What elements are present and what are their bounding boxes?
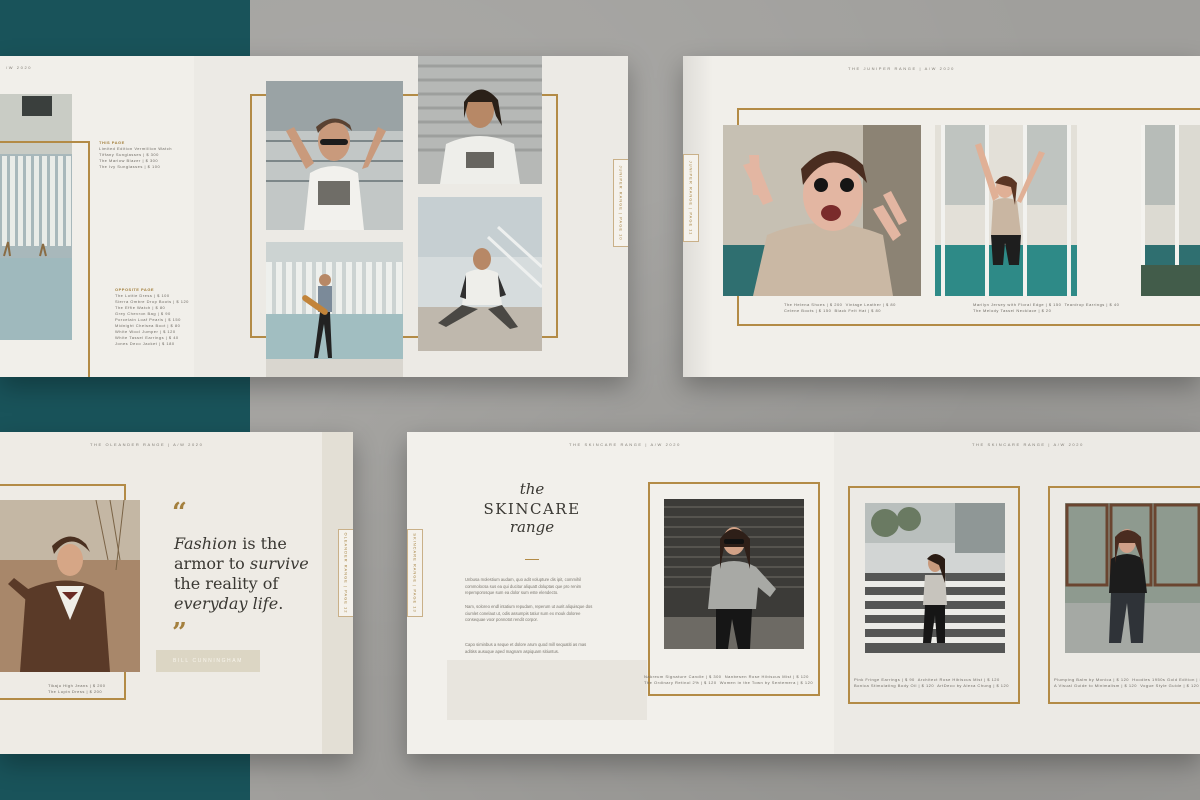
quote-close-mark: ” <box>172 618 187 648</box>
page-number-tab: JUNIPER RANGE | PAGE 10 <box>613 159 628 247</box>
page-number-label: JUNIPER RANGE | PAGE 11 <box>688 160 694 236</box>
body-paragraph: Nam, soloreo endl intatium repudam, repe… <box>465 604 593 622</box>
photo-caption: Marilyn Jersey with Floral Edge | $ 150 … <box>973 302 1120 313</box>
page-header: THE SKINCARE RANGE | A/W 2020 <box>972 442 1084 447</box>
photo-caption: Tikaju High Jeans | $ 200 The Lupin Dres… <box>48 683 106 694</box>
page-number-label: JUNIPER RANGE | PAGE 10 <box>618 165 624 241</box>
opposite-page-item: Jones Deco Jacket | $ 180 <box>115 341 175 346</box>
quote-emphasis: everyday life <box>174 594 279 613</box>
divider-line <box>525 559 539 560</box>
title-range: range <box>509 518 555 536</box>
photo-man-sunglasses <box>266 81 403 230</box>
right-page: JUNIPER RANGE | PAGE 10 <box>194 56 628 377</box>
photo-woman-peace-sign <box>723 125 921 296</box>
gold-frame <box>0 141 90 377</box>
photo-caption: Pink Fringe Earrings | $ 90 Architect Ro… <box>854 677 1009 688</box>
photo-man-velvet-jacket <box>0 500 140 672</box>
quote-fragment: armor to <box>174 554 250 573</box>
photo-building-windows <box>1141 125 1200 296</box>
page-header: THE JUNIPER RANGE | A/W 2020 <box>848 66 955 71</box>
quote-author: BILL CUNNINGHAM <box>156 650 260 672</box>
spread-skincare: THE SKINCARE RANGE | A/W 2020 SKINCARE R… <box>407 432 1200 754</box>
photo-caption: The Helena Shoes | $ 200 Vintage Leather… <box>784 302 896 313</box>
page-number-label: OLEANDER RANGE | PAGE 12 <box>343 532 349 614</box>
page-number-label: SKINCARE RANGE | PAGE 13 <box>412 533 418 613</box>
page-number-tab: JUNIPER RANGE | PAGE 11 <box>683 154 699 242</box>
photo-man-skateboard <box>266 242 403 377</box>
quote-fragment: . <box>278 594 284 613</box>
left-page: /W 2020 THIS PAGE Limited Edition Vermil… <box>0 56 194 377</box>
quote-fragment: the reality of <box>174 574 279 593</box>
quote-emphasis: survive <box>249 554 309 573</box>
photo-man-sitting <box>418 197 542 351</box>
quote-text: Fashion is the armor to survive the real… <box>174 534 309 614</box>
spread-oleander: THE OLEANDER RANGE | A/W 2020 Tikaju Hig… <box>0 432 353 754</box>
quote-fragment: is the <box>237 534 287 553</box>
panel-shade <box>447 660 647 720</box>
quote-open-mark: “ <box>172 498 187 528</box>
page-number-tab: OLEANDER RANGE | PAGE 12 <box>338 529 353 617</box>
photo-caption: Plumping Balm by Monica | $ 120 Hoodies … <box>1054 677 1200 688</box>
photo-woman-leaning <box>1065 503 1200 653</box>
title-the: the <box>519 480 545 498</box>
quote-emphasis: Fashion <box>174 534 238 553</box>
body-paragraph: Unbusa molestium audam, quo adit voluptu… <box>465 577 582 595</box>
photo-man-dreadlocks <box>418 56 542 184</box>
spread-juniper-right: THE JUNIPER RANGE | A/W 2020 JUNIPER RAN… <box>683 56 1200 377</box>
right-spread-page: THE JUNIPER RANGE | A/W 2020 JUNIPER RAN… <box>683 56 1200 377</box>
title-skincare: SKINCARE <box>483 500 581 518</box>
oleander-page: THE OLEANDER RANGE | A/W 2020 Tikaju Hig… <box>0 432 353 754</box>
skincare-right-page: THE SKINCARE RANGE | A/W 2020 Pink Fring… <box>834 432 1200 754</box>
body-paragraph: Capo siminbus a seque et dolore arum quo… <box>465 642 587 654</box>
photo-caption: Nakreum Signature Candle | $ 300 Nanbese… <box>644 674 814 685</box>
photo-woman-crosswalk <box>865 503 1005 653</box>
page-header: THE OLEANDER RANGE | A/W 2020 <box>90 442 204 447</box>
page-header: THE SKINCARE RANGE | A/W 2020 <box>569 442 681 447</box>
photo-woman-dancing <box>935 125 1077 296</box>
page-number-tab: SKINCARE RANGE | PAGE 13 <box>407 529 423 617</box>
spread-juniper-left: /W 2020 THIS PAGE Limited Edition Vermil… <box>0 56 628 377</box>
page-header: /W 2020 <box>6 65 33 70</box>
skincare-left-page: THE SKINCARE RANGE | A/W 2020 SKINCARE R… <box>407 432 834 754</box>
photo-woman-sweater <box>664 499 804 649</box>
this-page-item: The Ivy Sunglasses | $ 100 <box>99 164 161 169</box>
